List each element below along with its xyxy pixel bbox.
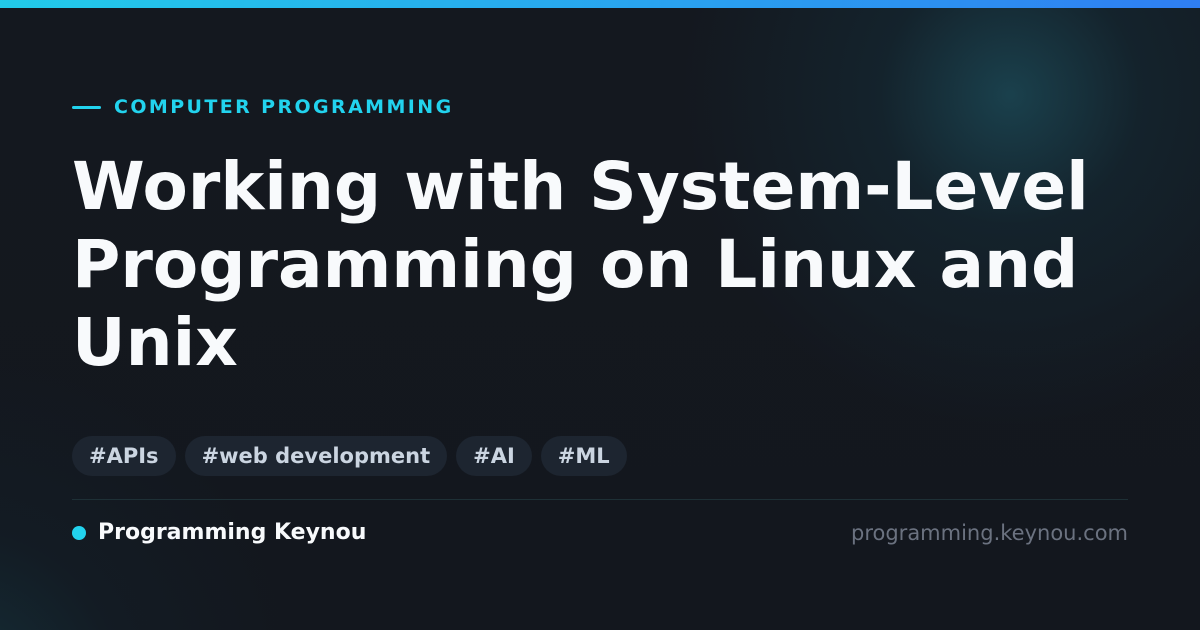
top-accent-bar xyxy=(0,0,1200,8)
social-card: COMPUTER PROGRAMMING Working with System… xyxy=(0,0,1200,630)
category-dash-icon xyxy=(72,105,101,109)
footer-divider xyxy=(72,499,1128,500)
site-url: programming.keynou.com xyxy=(851,521,1128,545)
tag-ai: #AI xyxy=(456,436,532,476)
category-row: COMPUTER PROGRAMMING xyxy=(72,95,454,119)
tag-apis: #APIs xyxy=(72,436,176,476)
brand-dot-icon xyxy=(72,526,86,540)
page-title: Working with System-Level Programming on… xyxy=(72,148,1089,381)
brand: Programming Keynou xyxy=(72,520,366,546)
tag-list: #APIs #web development #AI #ML xyxy=(72,436,627,476)
category-label: COMPUTER PROGRAMMING xyxy=(114,96,454,118)
brand-name: Programming Keynou xyxy=(98,520,367,545)
tag-web-development: #web development xyxy=(184,436,448,476)
tag-ml: #ML xyxy=(540,436,627,476)
